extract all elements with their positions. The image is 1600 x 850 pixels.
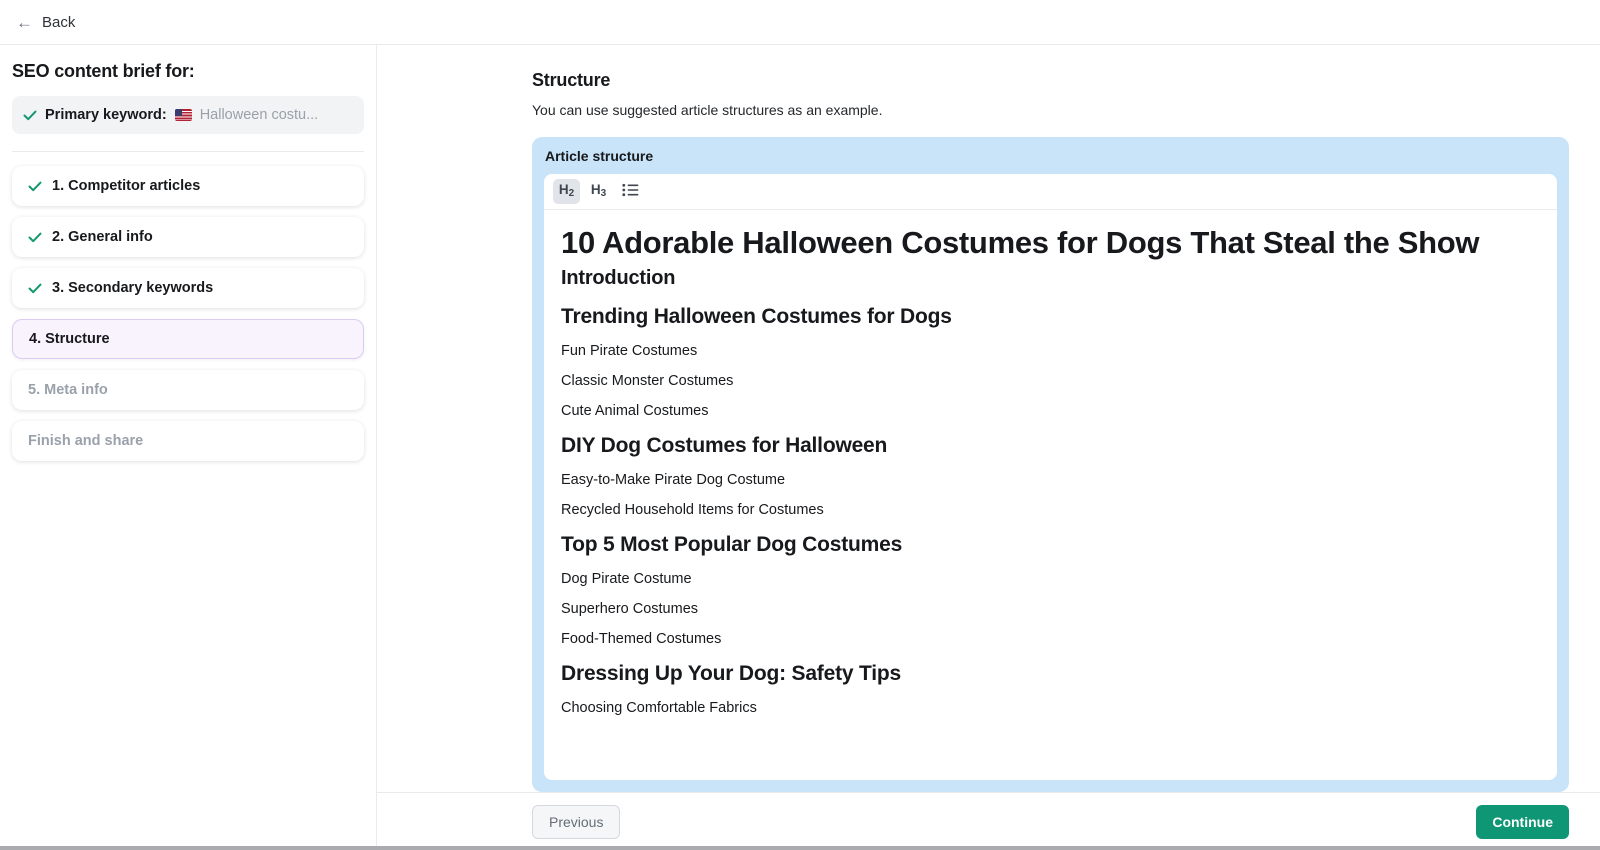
article-h2: Trending Halloween Costumes for Dogs [561,303,1540,330]
back-label: Back [42,14,75,31]
footer-bar: Previous Continue [377,792,1600,850]
step-label: 2. General info [52,229,153,245]
article-h2: DIY Dog Costumes for Halloween [561,432,1540,459]
step-label: 3. Secondary keywords [52,280,213,296]
page-title: Structure [532,70,1569,91]
article-line: Food-Themed Costumes [561,631,1540,648]
sidebar-step-2-general-info[interactable]: 2. General info [12,217,364,257]
check-icon [28,283,42,294]
editor-card: H2 H3 [544,174,1557,780]
page-subtitle: You can use suggested article structures… [532,102,1569,118]
sidebar: SEO content brief for: Primary keyword: … [0,45,377,850]
bullet-list-icon [622,183,639,200]
h3-button-label: H [591,182,601,197]
back-arrow-icon: ← [16,14,33,31]
panel-label: Article structure [545,148,1557,164]
h3-button-sub: 3 [601,188,607,199]
article-editor[interactable]: 10 Adorable Halloween Costumes for Dogs … [544,210,1557,780]
sidebar-divider [12,151,364,152]
step-label: 1. Competitor articles [52,178,200,194]
article-line: Cute Animal Costumes [561,403,1540,420]
back-button[interactable]: ← Back [16,14,75,31]
article-h2: Dressing Up Your Dog: Safety Tips [561,660,1540,687]
sidebar-step-3-secondary-keywords[interactable]: 3. Secondary keywords [12,268,364,308]
h2-button-label: H [559,182,569,197]
step-list: 1. Competitor articles 2. General info 3. … [12,166,364,461]
h3-button[interactable]: H3 [585,179,612,204]
previous-button[interactable]: Previous [532,805,620,839]
article-h2: Top 5 Most Popular Dog Costumes [561,531,1540,558]
step-label: 5. Meta info [28,382,108,398]
article-line: Superhero Costumes [561,601,1540,618]
sidebar-step-5-meta-info: 5. Meta info [12,370,364,410]
sidebar-step-1-competitor-articles[interactable]: 1. Competitor articles [12,166,364,206]
h2-button[interactable]: H2 [553,179,580,204]
check-icon [28,181,42,192]
check-icon [23,110,37,121]
article-line: Recycled Household Items for Costumes [561,502,1540,519]
article-line: Fun Pirate Costumes [561,343,1540,360]
continue-button[interactable]: Continue [1476,805,1569,839]
app-window: ← Back SEO content brief for: Primary ke… [0,0,1600,850]
article-structure-panel: Article structure H2 H3 [532,137,1569,792]
sidebar-step-finish-and-share: Finish and share [12,421,364,461]
article-line: Dog Pirate Costume [561,571,1540,588]
primary-keyword-value: Halloween costu... [200,107,318,123]
step-label: 4. Structure [29,331,110,347]
main-area: Structure You can use suggested article … [377,45,1600,850]
bullet-list-button[interactable] [617,179,644,204]
h2-button-sub: 2 [569,188,575,199]
primary-keyword-pill[interactable]: Primary keyword: Halloween costu... [12,96,364,134]
editor-toolbar: H2 H3 [544,174,1557,210]
article-line: Classic Monster Costumes [561,373,1540,390]
top-bar: ← Back [0,0,1600,45]
article-h2: Introduction [561,265,1540,291]
sidebar-heading: SEO content brief for: [12,61,364,82]
article-line: Choosing Comfortable Fabrics [561,700,1540,717]
article-h1: 10 Adorable Halloween Costumes for Dogs … [561,224,1540,261]
step-label: Finish and share [28,433,143,449]
primary-keyword-label: Primary keyword: [45,107,167,123]
bottom-edge-strip [0,846,1600,850]
check-icon [28,232,42,243]
sidebar-step-4-structure[interactable]: 4. Structure [12,319,364,359]
us-flag-icon [175,109,192,121]
article-line: Easy-to-Make Pirate Dog Costume [561,472,1540,489]
